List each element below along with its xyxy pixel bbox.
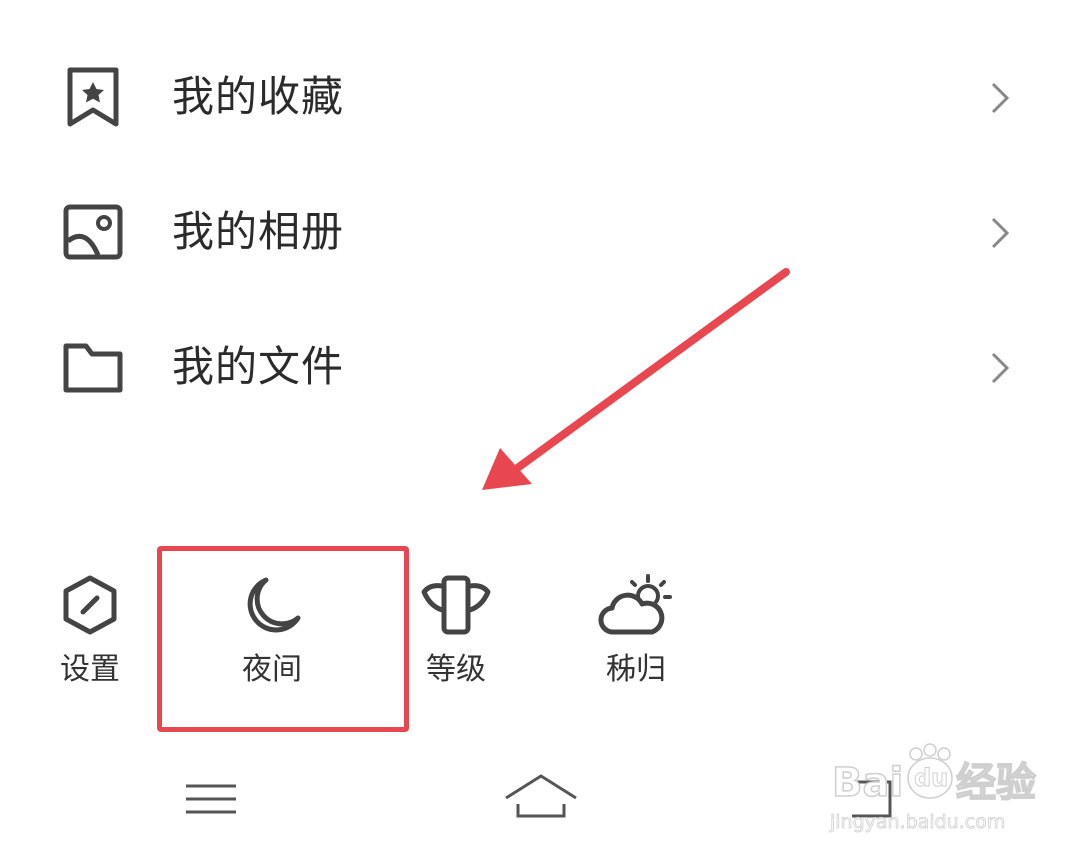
menu-item-favorites[interactable]: 我的收藏	[0, 42, 1080, 152]
annotation-highlight-box	[157, 546, 409, 732]
baidu-paw-logo: Bai du 经验 jingyan.baidu.com	[829, 743, 1037, 833]
menu-label-files: 我的文件	[172, 342, 345, 391]
chevron-right-icon	[991, 217, 1010, 249]
chevron-right-icon	[991, 82, 1010, 114]
hexagon-settings-icon	[63, 575, 117, 635]
menu-item-album[interactable]: 我的相册	[0, 177, 1080, 287]
menu-item-files[interactable]: 我的文件	[0, 312, 1080, 422]
hamburger-icon[interactable]	[166, 764, 256, 834]
tool-label-settings: 设置	[60, 652, 120, 687]
cloud-sun-icon	[598, 574, 672, 635]
tool-level[interactable]: 等级	[396, 560, 516, 700]
menu-label-favorites: 我的收藏	[172, 72, 345, 121]
menu-label-album: 我的相册	[172, 207, 345, 256]
svg-text:经验: 经验	[956, 760, 1036, 806]
winged-phone-icon	[421, 575, 491, 635]
svg-text:jingyan.baidu.com: jingyan.baidu.com	[829, 811, 1005, 833]
svg-text:du: du	[914, 764, 948, 792]
tool-settings[interactable]: 设置	[30, 560, 150, 700]
tool-label-weather: 秭归	[606, 652, 666, 687]
folder-icon	[63, 343, 123, 393]
tool-label-level: 等级	[426, 652, 486, 687]
baidu-jingyan-watermark: Bai du 经验 jingyan.baidu.com	[828, 742, 1068, 842]
home-icon[interactable]	[496, 764, 586, 834]
chevron-right-icon	[991, 352, 1010, 384]
tool-weather[interactable]: 秭归	[576, 560, 696, 700]
svg-text:Bai: Bai	[832, 760, 903, 806]
photo-album-icon	[63, 204, 123, 260]
bookmark-star-icon	[67, 67, 119, 127]
